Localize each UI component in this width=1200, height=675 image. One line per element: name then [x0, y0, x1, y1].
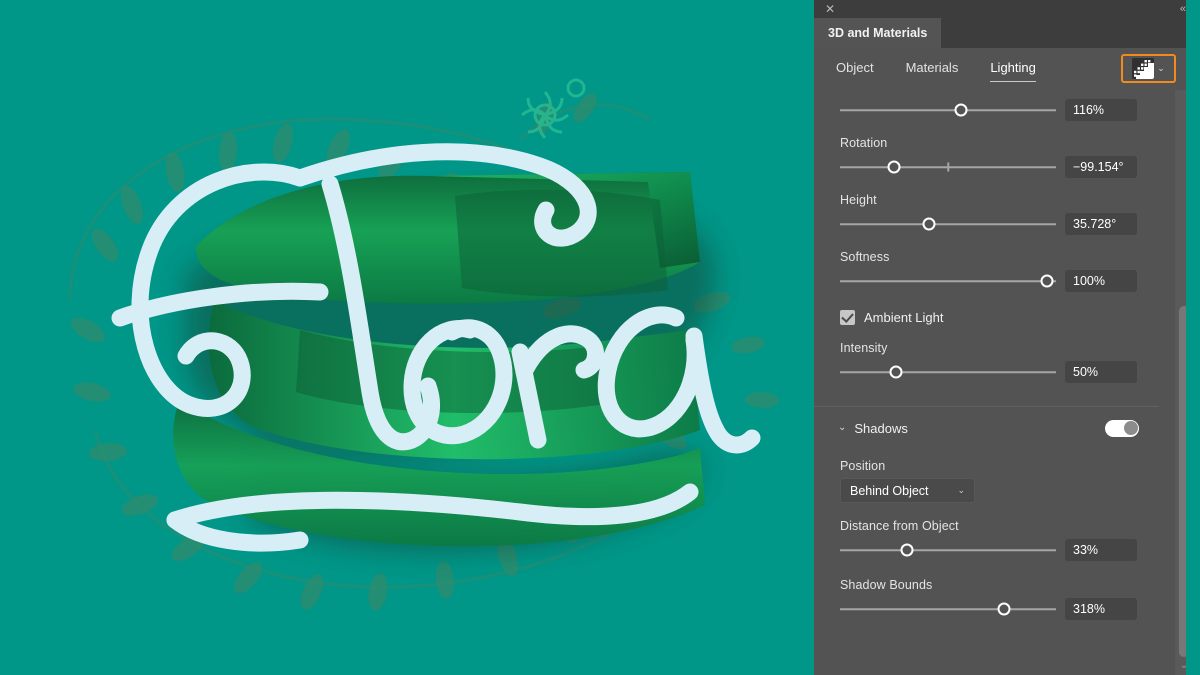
- value-distance[interactable]: 33%: [1065, 539, 1137, 561]
- slider-height[interactable]: [840, 215, 1056, 233]
- subtab-object[interactable]: Object: [836, 60, 874, 78]
- slider-knob[interactable]: [900, 543, 914, 557]
- position-dropdown-value: Behind Object: [850, 483, 929, 498]
- ambient-light-checkbox-row[interactable]: Ambient Light: [840, 305, 1137, 329]
- value-height[interactable]: 35.728°: [1065, 213, 1137, 235]
- slider-knob[interactable]: [997, 602, 1011, 616]
- checkbox-icon[interactable]: [840, 309, 855, 325]
- panel-right-edge: [1186, 0, 1193, 675]
- slider-shadow-bounds[interactable]: [840, 600, 1056, 618]
- label-height: Height: [840, 193, 877, 207]
- slider-knob[interactable]: [887, 160, 901, 174]
- slider-track: [840, 223, 1056, 225]
- panel-tabstrip: 3D and Materials: [814, 18, 1193, 48]
- chevron-down-icon[interactable]: ⌄: [838, 423, 846, 433]
- slider-track: [840, 371, 1056, 373]
- subtab-materials[interactable]: Materials: [906, 60, 959, 78]
- shadows-section-header: ⌄ Shadows: [814, 413, 1159, 443]
- document-canvas[interactable]: [0, 0, 814, 675]
- lighting-controls: 116% Rotation −99.154° Height 35.728° So…: [814, 90, 1159, 621]
- slider-knob[interactable]: [1040, 274, 1054, 288]
- lighting-preset-button[interactable]: ⌄: [1121, 54, 1176, 83]
- slider-distance[interactable]: [840, 541, 1056, 559]
- panel-chrome: ✕ «: [814, 0, 1193, 18]
- properties-panel: ✕ « 3D and Materials Object Materials Li…: [814, 0, 1193, 675]
- value-softness[interactable]: 100%: [1065, 270, 1137, 292]
- slider-intensity[interactable]: [840, 363, 1056, 381]
- value-shadow-bounds[interactable]: 318%: [1065, 598, 1137, 620]
- lighting-preset-icon: [1132, 58, 1155, 79]
- tab-3d-and-materials[interactable]: 3D and Materials: [814, 18, 942, 48]
- value-rotation[interactable]: −99.154°: [1065, 156, 1137, 178]
- chevron-down-icon[interactable]: ⌄: [957, 485, 965, 496]
- control-softness: Softness 100%: [814, 236, 1159, 293]
- shadows-collapse-toggle[interactable]: ⌄ Shadows: [838, 421, 908, 436]
- position-dropdown[interactable]: Behind Object ⌄: [840, 478, 975, 503]
- control-intensity: Intensity 50%: [814, 329, 1159, 384]
- slider-knob[interactable]: [922, 217, 936, 231]
- control-rotation: Rotation −99.154°: [814, 122, 1159, 179]
- shadows-title: Shadows: [854, 420, 908, 436]
- shadows-toggle-switch[interactable]: [1105, 419, 1139, 437]
- chevron-down-icon[interactable]: ⌄: [1157, 64, 1165, 73]
- letter-extrusion: [173, 172, 705, 547]
- value-top[interactable]: 116%: [1065, 99, 1137, 121]
- slider-track: [840, 109, 1056, 111]
- subtab-lighting[interactable]: Lighting: [990, 60, 1036, 82]
- slider-top[interactable]: [840, 101, 1056, 119]
- subtab-bar: Object Materials Lighting ⌄: [814, 48, 1193, 90]
- section-divider: [814, 406, 1159, 407]
- control-intensity-top: 116%: [814, 90, 1159, 122]
- label-distance: Distance from Object: [840, 519, 959, 533]
- close-icon[interactable]: ✕: [820, 0, 840, 18]
- label-softness: Softness: [840, 250, 890, 264]
- slider-knob[interactable]: [889, 365, 903, 379]
- slider-softness[interactable]: [840, 272, 1056, 290]
- collapse-panel-icon[interactable]: «: [1180, 0, 1186, 18]
- slider-rotation[interactable]: [840, 158, 1056, 176]
- control-height: Height 35.728°: [814, 179, 1159, 236]
- slider-track: [840, 608, 1056, 610]
- toggle-knob: [1123, 421, 1138, 435]
- slider-knob[interactable]: [954, 103, 968, 117]
- control-shadow-position: Position Behind Object ⌄: [814, 443, 1159, 503]
- control-ambient-light: Ambient Light: [814, 293, 1159, 329]
- flora-3d-artwork: [0, 0, 814, 675]
- panel-scroll-area[interactable]: 116% Rotation −99.154° Height 35.728° So…: [814, 90, 1193, 675]
- control-distance-from-object: Distance from Object 33%: [814, 503, 1159, 562]
- value-intensity[interactable]: 50%: [1065, 361, 1137, 383]
- slider-center-tick: [947, 162, 949, 172]
- label-shadow-bounds: Shadow Bounds: [840, 578, 933, 592]
- control-shadow-bounds: Shadow Bounds 318%: [814, 562, 1159, 621]
- label-position: Position: [840, 459, 886, 473]
- slider-track: [840, 280, 1056, 282]
- slider-track: [840, 549, 1056, 551]
- label-rotation: Rotation: [840, 136, 888, 150]
- label-intensity: Intensity: [840, 341, 888, 355]
- ambient-light-label: Ambient Light: [864, 309, 944, 325]
